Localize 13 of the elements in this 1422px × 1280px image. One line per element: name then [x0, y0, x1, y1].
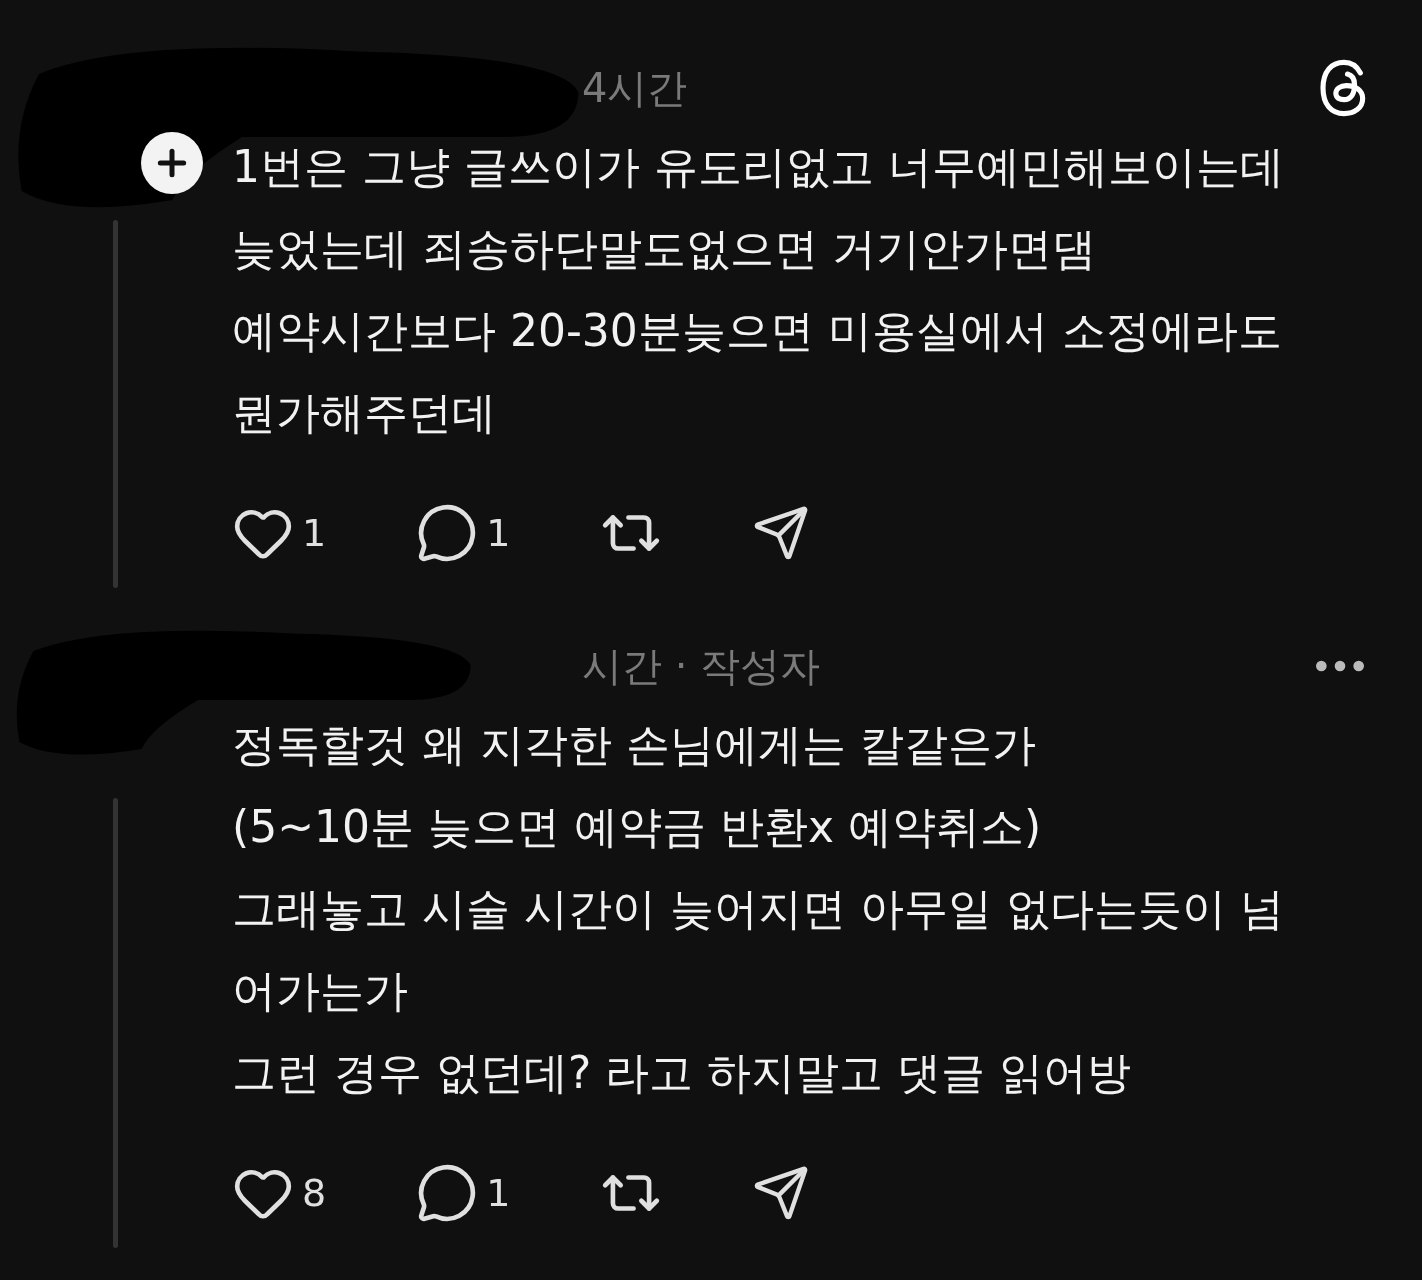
like-button[interactable]: 8 [232, 1162, 327, 1224]
post-text-line: 정독할것 왜 지각한 손님에게는 칼같은가 [232, 718, 1037, 772]
post-meta: 4시간 [582, 63, 688, 113]
post-meta: 시간 · 작성자 [582, 641, 821, 691]
post-text-line: 늦었는데 죄송하단말도없으면 거기안가면댐 [232, 222, 1097, 276]
post-text-line: 그래놓고 시술 시간이 늦어지면 아무일 없다는듯이 넘 [232, 882, 1285, 936]
post-text-line: (5~10분 늦으면 예약금 반환x 예약취소) [232, 800, 1043, 854]
post-text-line: 뭔가해주던데 [232, 386, 497, 440]
post-text-line: 어가는가 [232, 964, 409, 1018]
post-text-line: 예약시간보다 20-30분늦으면 미용실에서 소정에라도 [232, 304, 1283, 358]
post-text-line: 그런 경우 없던데? 라고 하지말고 댓글 읽어방 [232, 1046, 1133, 1100]
post-text-line: 1번은 그냥 글쓰이가 유도리없고 너무예민해보이는데 [232, 140, 1285, 194]
like-button[interactable]: 1 [232, 502, 327, 564]
